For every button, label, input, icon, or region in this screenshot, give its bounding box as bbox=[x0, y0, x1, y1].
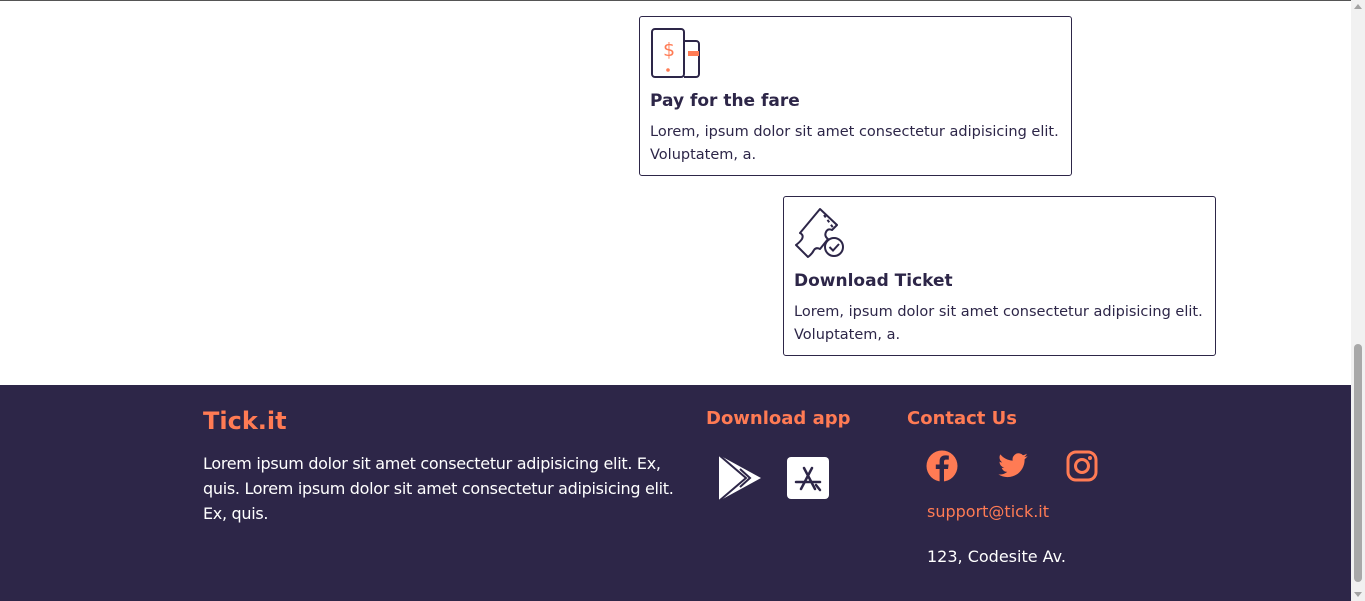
top-divider bbox=[0, 0, 1351, 1]
step-card-download: Download Ticket Lorem, ipsum dolor sit a… bbox=[783, 196, 1216, 356]
download-app-heading: Download app bbox=[706, 408, 851, 429]
step-card-pay: $ Pay for the fare Lorem, ipsum dolor si… bbox=[639, 16, 1072, 176]
scroll-down-arrow-icon[interactable] bbox=[1354, 592, 1362, 597]
twitter-icon[interactable] bbox=[996, 450, 1030, 482]
vertical-scrollbar[interactable] bbox=[1351, 0, 1365, 601]
google-play-icon[interactable] bbox=[716, 453, 764, 503]
ticket-check-icon bbox=[795, 208, 844, 258]
scroll-up-arrow-icon[interactable] bbox=[1354, 4, 1362, 9]
card-title: Pay for the fare bbox=[650, 91, 800, 111]
instagram-icon[interactable] bbox=[1066, 450, 1098, 482]
footer-about-text: Lorem ipsum dolor sit amet consectetur a… bbox=[203, 454, 674, 523]
card-description: Lorem, ipsum dolor sit amet consectetur … bbox=[794, 304, 1203, 343]
footer-brand-logo[interactable]: Tick.it bbox=[203, 407, 287, 435]
facebook-icon[interactable] bbox=[926, 450, 958, 482]
app-store-icon[interactable] bbox=[787, 457, 829, 499]
footer: Tick.it Lorem ipsum dolor sit amet conse… bbox=[0, 385, 1351, 601]
address-text: 123, Codesite Av. bbox=[927, 547, 1066, 566]
scrollbar-thumb[interactable] bbox=[1354, 344, 1362, 582]
contact-us-heading: Contact Us bbox=[907, 408, 1018, 429]
phone-payment-icon: $ bbox=[651, 28, 700, 78]
support-email-link[interactable]: support@tick.it bbox=[927, 502, 1049, 521]
svg-text:$: $ bbox=[663, 39, 675, 61]
card-title: Download Ticket bbox=[794, 271, 953, 291]
card-description: Lorem, ipsum dolor sit amet consectetur … bbox=[650, 124, 1059, 163]
